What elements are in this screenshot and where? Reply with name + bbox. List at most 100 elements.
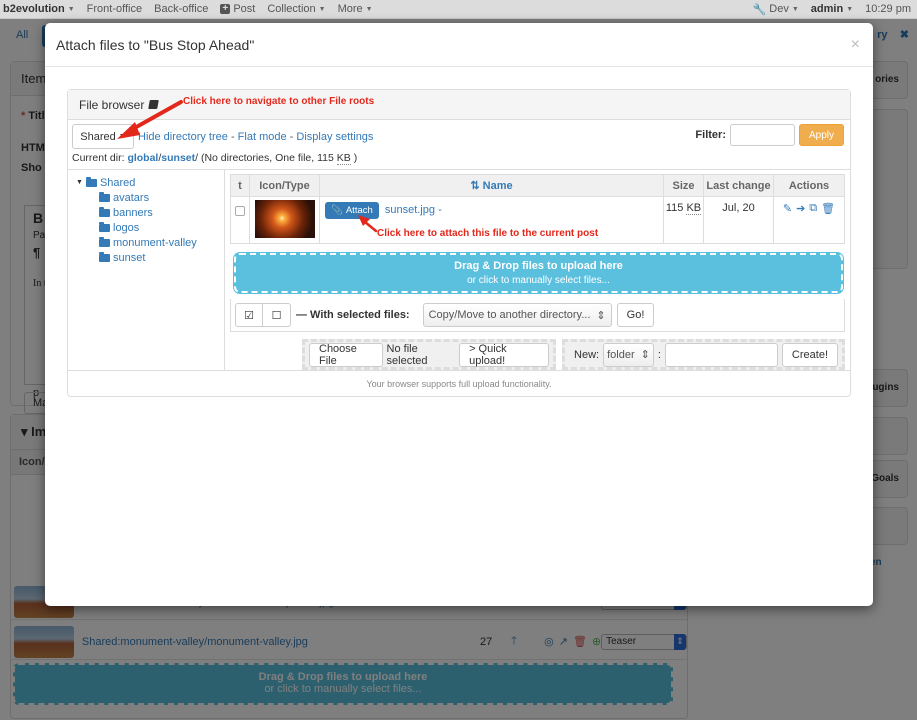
nav-dev-label: Dev [769,3,789,15]
col-type-toggle[interactable]: t [230,174,250,197]
caret-down-icon: ▼ [846,5,854,13]
caret-down-icon[interactable]: ▼ [76,179,83,186]
tree-node-logos[interactable]: logos [76,220,224,235]
nav-back-office[interactable]: Back-office [148,3,214,15]
upload-dropzone[interactable]: Drag & Drop files to upload here or clic… [234,253,843,293]
file-root-label: Shared [80,130,116,143]
tree-node-shared[interactable]: ▼ Shared [76,175,224,190]
current-dir-label: Current dir: [72,152,125,164]
current-dir-summary-end: ) [350,152,358,164]
file-browser-links: Hide directory tree - Flat mode - Displa… [138,131,374,143]
nav-front-office[interactable]: Front-office [81,3,148,15]
file-actions: ✎ ➔ ⧉ 🗑 [774,202,844,215]
choose-file-button[interactable]: Choose File [309,342,383,367]
nav-user-label: admin [810,3,844,15]
file-browser-panel: File browser Shared ▼ Hide directory tre… [67,89,851,397]
file-thumbnail[interactable] [254,200,315,238]
filter-input[interactable] [729,124,795,146]
nav-dev[interactable]: 🔧 Dev ▼ [747,3,805,16]
select-arrows-icon: ⇕ [640,349,650,361]
quick-upload-box: Choose File No file selected > Quick upl… [302,339,557,370]
select-arrows-icon: ⇕ [596,309,606,322]
display-settings-link[interactable]: Display settings [296,131,373,143]
filter-group: Filter: Apply [695,124,844,146]
upload-row: Choose File No file selected > Quick upl… [302,339,845,370]
new-name-input[interactable] [664,342,778,367]
dropzone-title: Drag & Drop files to upload here [454,260,623,272]
current-dir-part-global[interactable]: global [127,152,158,164]
file-browser-title: File browser [79,97,145,112]
close-icon[interactable]: × [851,36,860,54]
move-arrow-icon[interactable]: ➔ [796,202,805,215]
col-name-label: Name [482,180,513,192]
nav-time: 10:29 pm [865,3,911,15]
check-all-button[interactable]: ☑ [235,303,263,327]
colon-label: : [657,348,661,361]
tree-node-label: avatars [113,191,150,204]
attach-files-modal: Attach files to "Bus Stop Ahead" × File … [45,23,873,606]
top-navbar: b2evolution ▼ Front-office Back-office + P… [0,0,917,19]
quick-upload-button[interactable]: > Quick upload! [459,342,550,367]
edit-icon[interactable]: ✎ [783,202,792,215]
nav-post[interactable]: + Post [214,3,261,15]
go-button[interactable]: Go! [616,303,655,327]
folder-open-icon [99,251,110,262]
uncheck-all-button[interactable]: ☐ [263,303,291,327]
file-name-suffix: - [438,204,442,216]
caret-down-icon: ▼ [791,5,799,13]
tree-node-banners[interactable]: banners [76,205,224,220]
bulk-action-value: Copy/Move to another directory... [428,309,591,321]
tree-node-avatars[interactable]: avatars [76,190,224,205]
dropzone-subtitle: or click to manually select files... [467,275,610,286]
current-dir-part-sunset[interactable]: sunset [161,152,195,164]
copy-icon[interactable]: ⧉ [809,202,817,215]
caret-down-icon: ▼ [318,5,326,13]
col-actions: Actions [773,174,845,197]
nav-collection[interactable]: Collection ▼ [261,3,331,15]
filter-label: Filter: [695,129,726,141]
new-type-select[interactable]: folder ⇕ [603,342,654,367]
checkbox-empty-icon: ☐ [271,309,282,322]
new-type-value: folder [607,348,635,361]
nav-more-label: More [337,3,363,15]
size-unit: KB [336,152,351,165]
attach-label: Attach [345,205,373,216]
file-browser-body: ▼ Shared avatars banners logos monument-… [68,169,850,370]
col-size[interactable]: Size [663,174,704,197]
paperclip-icon: 📎 [331,205,343,216]
apply-button[interactable]: Apply [798,124,844,146]
attach-button[interactable]: 📎 Attach [325,202,379,219]
col-last-change[interactable]: Last change [703,174,774,197]
trash-icon[interactable]: 🗑 [821,202,835,215]
current-dir-summary: (No directories, One file, 115 [200,152,337,164]
tree-node-label: logos [113,221,140,234]
create-new-box: New: folder ⇕ : Create! [562,339,845,370]
nav-more[interactable]: More ▼ [332,3,379,15]
caret-down-icon: ▼ [67,5,75,13]
create-button[interactable]: Create! [781,342,838,367]
nav-post-label: Post [233,3,256,15]
book-icon [148,100,160,109]
tree-node-sunset[interactable]: sunset [76,250,224,265]
tree-node-monument-valley[interactable]: monument-valley [76,235,224,250]
folder-open-icon [99,236,110,247]
col-name[interactable]: ⇅ Name [319,174,664,197]
select-toggle-group: ☑ ☐ [235,303,291,327]
file-last-change: Jul, 20 [703,196,774,244]
upload-support-note: Your browser supports full upload functi… [68,370,850,397]
bulk-action-select[interactable]: Copy/Move to another directory... ⇕ [422,303,612,327]
caret-down-icon: ▼ [365,5,373,13]
flat-mode-link[interactable]: Flat mode [238,131,287,143]
with-selected-label: — With selected files: [296,309,410,321]
current-dir: Current dir: global/sunset/ (No director… [72,152,358,165]
file-name-link[interactable]: sunset.jpg [385,204,435,216]
annotation-file-roots: Click here to navigate to other File roo… [183,96,375,107]
annotation-attach: Click here to attach this file to the cu… [377,228,599,239]
file-checkbox[interactable] [235,206,245,216]
annotation-arrow-attach [358,215,378,233]
checkbox-checked-icon: ☑ [244,309,254,322]
nav-brand-menu[interactable]: b2evolution ▼ [0,3,81,15]
file-size: 115 KB [663,196,704,244]
hide-directory-tree-link[interactable]: Hide directory tree [138,131,228,143]
nav-user[interactable]: admin ▼ [805,3,859,15]
